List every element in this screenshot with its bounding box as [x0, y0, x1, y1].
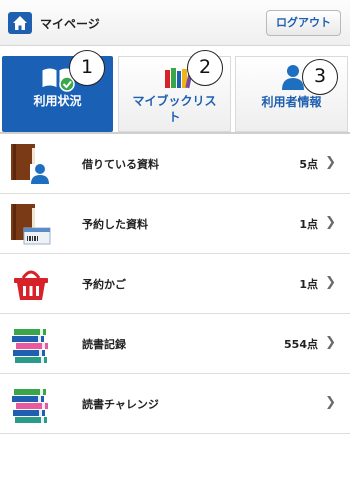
list-item-label: 予約かご: [82, 278, 126, 291]
chevron-right-icon: ❯: [325, 215, 336, 230]
tab-my-booklist-label-line2: ト: [168, 110, 181, 124]
chevron-right-icon: ❯: [325, 155, 336, 170]
logout-button[interactable]: ログアウト: [266, 10, 341, 36]
home-icon: [13, 16, 27, 30]
tab-user-info-label: 利用者情報: [261, 95, 322, 109]
chevron-right-icon: ❯: [325, 395, 336, 410]
book-stack-challenge-icon: [12, 389, 48, 423]
list-item-count: 5点: [299, 158, 318, 171]
list-item-count: 1点: [299, 218, 318, 231]
header-bar: マイページ ログアウト: [0, 0, 350, 46]
chevron-right-icon: ❯: [325, 335, 336, 350]
menu-list: 借りている資料 5点 ❯ 予約した資料 1点 ❯ 予約かご 1点 ❯ 読書記録 …: [0, 134, 350, 434]
book-user-icon: [11, 144, 50, 184]
chevron-right-icon: ❯: [325, 275, 336, 290]
list-item-count: 1点: [299, 278, 318, 291]
tab-my-booklist-label-line1: マイブックリス: [132, 94, 217, 108]
marker-1: 1: [69, 50, 105, 86]
book-stack-icon: [12, 329, 48, 363]
list-item-reading-record[interactable]: 読書記録 554点 ❯: [0, 314, 350, 374]
list-item-count: 554点: [284, 338, 318, 351]
home-button[interactable]: [8, 12, 32, 34]
list-item-reserved[interactable]: 予約した資料 1点 ❯: [0, 194, 350, 254]
marker-2: 2: [187, 50, 223, 86]
list-item-label: 読書チャレンジ: [82, 398, 159, 411]
book-card-icon: [11, 204, 51, 245]
list-item-label: 読書記録: [82, 338, 126, 351]
page-title: マイページ: [40, 17, 100, 31]
list-item-basket[interactable]: 予約かご 1点 ❯: [0, 254, 350, 314]
marker-3: 3: [302, 59, 338, 95]
list-item-borrowed[interactable]: 借りている資料 5点 ❯: [0, 134, 350, 194]
list-item-label: 借りている資料: [82, 158, 159, 171]
tab-bar: 利用状況 マイブックリス ト 利用者情報 1 2 3: [0, 50, 350, 132]
list-item-label: 予約した資料: [82, 218, 148, 231]
basket-icon: [14, 270, 48, 300]
tab-my-booklist-label: マイブックリス ト: [119, 93, 230, 125]
list-item-reading-challenge[interactable]: 読書チャレンジ ❯: [0, 374, 350, 434]
tab-usage-status-label: 利用状況: [33, 94, 82, 108]
